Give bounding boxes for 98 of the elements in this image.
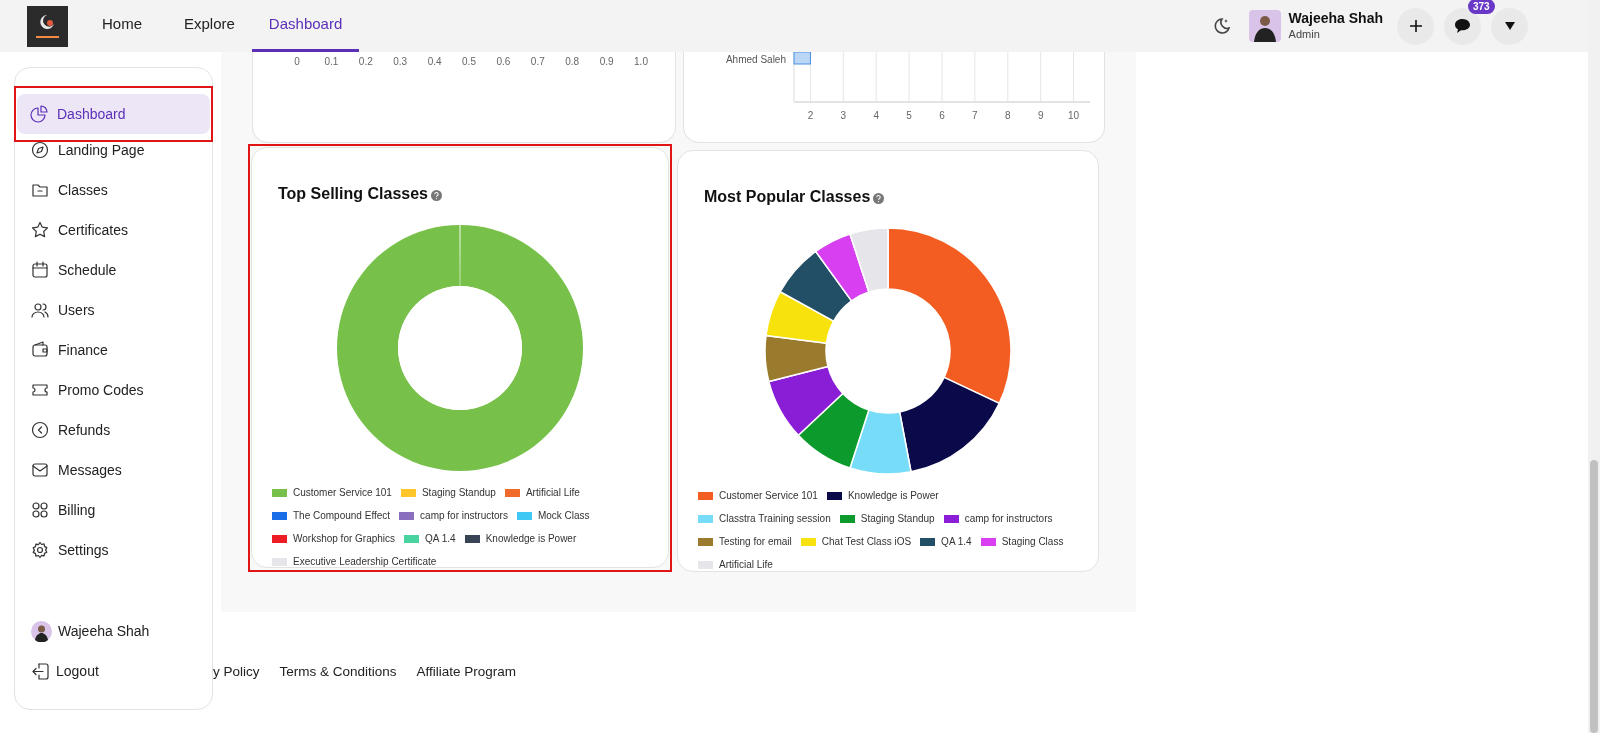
donut-slice[interactable] — [887, 227, 1012, 405]
legend-label: QA 1.4 — [941, 535, 972, 548]
profile-link[interactable]: Wajeeha Shah — [15, 611, 212, 651]
axis-tick-label: 0.2 — [358, 55, 373, 69]
axis-tick-label: 2 — [807, 109, 814, 123]
user-name: Wajeeha Shah — [1288, 10, 1383, 28]
donut-slice[interactable] — [814, 233, 870, 302]
chat-icon — [1454, 18, 1471, 34]
mail-icon — [31, 461, 49, 479]
legend-label: camp for instructors — [964, 512, 1053, 525]
axis-tick-label: 0.9 — [599, 55, 614, 69]
sidebar-item[interactable]: Certificates — [18, 210, 209, 250]
axis-tick-label: 4 — [873, 109, 879, 123]
logout-icon — [31, 661, 50, 681]
caret-icon — [1504, 22, 1515, 30]
sidebar-item[interactable]: Messages — [18, 450, 209, 490]
legend-label: Staging Class — [1001, 535, 1064, 548]
sidebar-item[interactable]: Billing — [18, 490, 209, 530]
axis-tick-label: 0 — [294, 55, 300, 69]
avatar-icon — [1248, 10, 1281, 42]
axis-tick-label: 7 — [972, 109, 978, 123]
scrollbar[interactable] — [1588, 0, 1600, 733]
axis-tick-label: 9 — [1037, 109, 1044, 123]
axis-tick-label: 0.8 — [565, 55, 580, 69]
settings-icon — [31, 541, 49, 559]
notification-badge: 373 — [1468, 0, 1495, 14]
legend-label: QA 1.4 — [425, 532, 456, 545]
sidebar-item[interactable]: Classes — [18, 170, 209, 210]
folder-icon — [31, 181, 49, 199]
axis-tick-label: 0.5 — [462, 55, 476, 69]
sidebar-item[interactable]: Schedule — [18, 250, 209, 290]
moon-icon[interactable] — [1212, 17, 1231, 35]
axis-tick-label: 10 — [1068, 109, 1080, 123]
legend-label: Executive Leadership Certificate — [293, 555, 437, 568]
donut-slice[interactable] — [898, 376, 1001, 473]
donut-slice[interactable] — [797, 392, 870, 469]
axis-tick-label: 1.0 — [634, 55, 648, 69]
legend-label: The Compound Effect — [293, 509, 391, 522]
legend-label: Knowledge is Power — [485, 532, 577, 545]
help-icon[interactable] — [430, 190, 442, 201]
donut-slice[interactable] — [768, 365, 844, 436]
plus-icon — [1408, 19, 1423, 33]
dropdown-button[interactable] — [1491, 7, 1528, 45]
logo-icon[interactable] — [27, 5, 68, 47]
sidebar-item[interactable]: Users — [18, 290, 209, 330]
legend-label: Classtra Training session — [719, 512, 831, 525]
legend-label: Customer Service 101 — [293, 486, 392, 499]
compass-icon — [31, 141, 49, 159]
footer-link[interactable]: Terms & Conditions — [279, 662, 397, 683]
card-title: Most Popular Classes — [704, 187, 871, 207]
legend-label: Staging Standup — [421, 486, 496, 499]
axis-tick-label: 0.3 — [393, 55, 408, 69]
logout-button[interactable]: Logout — [15, 651, 212, 691]
sidebar-item[interactable]: Settings — [18, 530, 209, 570]
legend-label: Knowledge is Power — [847, 489, 939, 502]
users-icon — [31, 301, 49, 319]
legend-label: Chat Test Class iOS — [821, 535, 912, 548]
card-title: Top Selling Classes — [278, 184, 428, 204]
footer-link[interactable]: y Policy — [213, 662, 260, 683]
back-circle-icon — [31, 421, 49, 439]
footer-link[interactable]: Affiliate Program — [416, 662, 517, 683]
axis-tick-label: 0.7 — [530, 55, 545, 69]
axis-tick-label: 5 — [906, 109, 912, 123]
sidebar-item[interactable]: Finance — [18, 330, 209, 370]
calendar-icon — [31, 261, 49, 279]
axis-tick-label: 3 — [840, 109, 847, 123]
nav-tab[interactable]: Home — [77, 0, 167, 52]
axis-tick-label: 6 — [939, 109, 945, 123]
donut-slice[interactable] — [764, 334, 829, 383]
help-icon[interactable] — [873, 193, 885, 204]
axis-category-label: Ahmed Saleh — [725, 53, 786, 67]
wallet-icon — [31, 341, 49, 359]
legend-label: Artificial Life — [719, 558, 773, 571]
donut-slice[interactable] — [765, 291, 835, 344]
axis-tick-label: 0.4 — [427, 55, 442, 69]
legend-label: Staging Standup — [860, 512, 935, 525]
donut-slice[interactable] — [849, 409, 912, 475]
legend-label: camp for instructors — [420, 509, 508, 522]
legend-label: Testing for email — [719, 535, 792, 548]
legend-label: Workshop for Graphics — [293, 532, 396, 545]
axis-tick-label: 0.6 — [496, 55, 511, 69]
user-role: Admin — [1288, 27, 1321, 42]
avatar-icon — [31, 620, 52, 642]
sidebar-item[interactable]: Refunds — [18, 410, 209, 450]
add-button[interactable] — [1397, 7, 1434, 45]
sidebar-item[interactable]: Dashboard — [17, 94, 210, 134]
nav-tab[interactable]: Explore — [167, 0, 252, 52]
legend-label: Mock Class — [537, 509, 590, 522]
star-icon — [31, 221, 49, 239]
axis-tick-label: 8 — [1005, 109, 1011, 123]
ticket-icon — [31, 381, 49, 399]
sidebar-item[interactable]: Promo Codes — [18, 370, 209, 410]
pie-chart-icon — [30, 105, 48, 123]
legend-label: Artificial Life — [525, 486, 580, 499]
legend-label: Customer Service 101 — [719, 489, 818, 502]
donut-slice[interactable] — [779, 250, 853, 322]
axis-tick-label: 0.1 — [324, 55, 339, 69]
grid-icon — [31, 501, 49, 519]
